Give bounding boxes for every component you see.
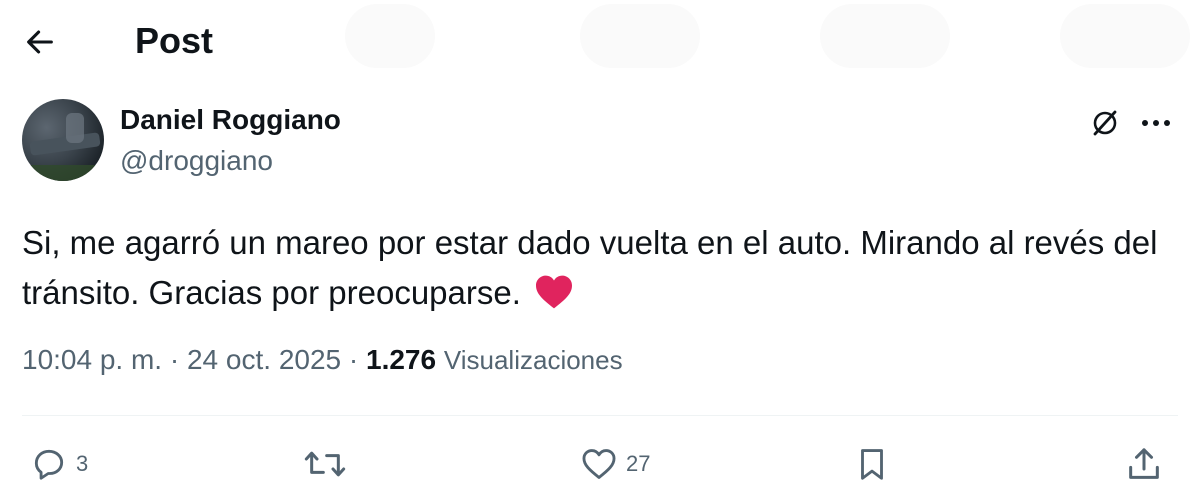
- arrow-left-icon: [27, 30, 53, 54]
- blurred-header-shape: [820, 4, 950, 68]
- grok-icon: [1093, 110, 1117, 136]
- blurred-header-shape: [580, 4, 700, 68]
- tweet-time[interactable]: 10:04 p. m.: [22, 344, 162, 375]
- retweet-button[interactable]: [303, 440, 355, 488]
- author-name[interactable]: Daniel Roggiano: [120, 102, 341, 138]
- reply-button[interactable]: 3: [30, 440, 88, 488]
- more-options-button[interactable]: [1136, 104, 1176, 142]
- retweet-icon: [304, 451, 346, 477]
- red-heart-emoji: [534, 274, 574, 324]
- like-count: 27: [626, 451, 651, 476]
- blurred-header-shape: [345, 4, 435, 68]
- tweet-meta: 10:04 p. m. · 24 oct. 2025 · 1.276 Visua…: [22, 342, 623, 378]
- top-bar: Post: [0, 0, 1200, 84]
- back-button[interactable]: [18, 20, 62, 64]
- reply-icon: [34, 449, 64, 480]
- views-label: Visualizaciones: [443, 345, 623, 375]
- reply-count: 3: [76, 451, 89, 476]
- heart-icon: [582, 449, 616, 479]
- separator: ·: [169, 344, 180, 375]
- blurred-header-shape: [1060, 4, 1190, 68]
- share-icon: [1129, 448, 1159, 479]
- tweet-date[interactable]: 24 oct. 2025: [187, 344, 341, 375]
- share-button[interactable]: [1124, 440, 1164, 488]
- divider: [22, 415, 1178, 416]
- bookmark-button[interactable]: [853, 440, 891, 488]
- bookmark-icon: [861, 449, 883, 480]
- avatar[interactable]: [22, 99, 104, 181]
- author-handle[interactable]: @droggiano: [120, 143, 273, 179]
- views-count: 1.276: [366, 344, 437, 375]
- like-button[interactable]: 27: [580, 440, 650, 488]
- more-icon: [1142, 120, 1170, 126]
- tweet-text: Si, me agarró un mareo por estar dado vu…: [22, 218, 1182, 324]
- tweet-body: Si, me agarró un mareo por estar dado vu…: [22, 224, 1158, 311]
- separator: ·: [348, 344, 359, 375]
- grok-button[interactable]: [1086, 104, 1124, 142]
- page-title: Post: [135, 20, 214, 61]
